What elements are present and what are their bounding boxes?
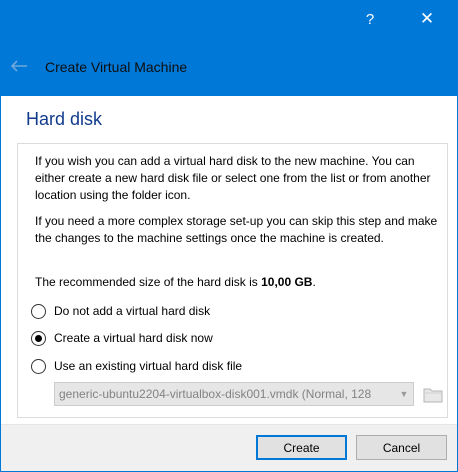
folder-icon [423, 388, 443, 403]
recommended-prefix: The recommended size of the hard disk is [35, 275, 262, 289]
radio-existing-disk[interactable] [31, 358, 46, 374]
radio-no-disk[interactable] [31, 303, 46, 319]
title-bar: ? ✕ [0, 0, 458, 38]
close-button[interactable]: ✕ [404, 0, 450, 38]
hard-disk-panel: If you wish you can add a virtual hard d… [17, 143, 448, 418]
wizard-title: Create Virtual Machine [45, 59, 188, 75]
option-existing-disk[interactable]: Use an existing virtual hard disk file [31, 356, 242, 376]
choose-disk-file-button[interactable] [422, 382, 444, 406]
recommended-suffix: . [312, 275, 316, 289]
intro-paragraph: If you wish you can add a virtual hard d… [35, 154, 431, 202]
storage-paragraph: If you need a more complex storage set-u… [35, 214, 438, 245]
create-button[interactable]: Create [256, 435, 347, 460]
recommended-size-value: 10,00 GB [261, 275, 313, 289]
wizard-content: Hard disk If you wish you can add a virt… [1, 96, 457, 425]
existing-disk-select[interactable]: generic-ubuntu2204-virtualbox-disk001.vm… [54, 382, 414, 406]
option-create-disk[interactable]: Create a virtual hard disk now [31, 328, 213, 348]
back-button[interactable] [6, 54, 32, 78]
page-title: Hard disk [26, 109, 103, 129]
wizard-header: Create Virtual Machine [0, 38, 458, 96]
option-no-disk-label: Do not add a virtual hard disk [54, 304, 211, 318]
option-no-disk[interactable]: Do not add a virtual hard disk [31, 301, 210, 321]
cancel-button[interactable]: Cancel [356, 435, 447, 460]
option-existing-disk-label: Use an existing virtual hard disk file [54, 359, 243, 373]
chevron-down-icon: ▼ [399, 389, 409, 399]
existing-disk-value: generic-ubuntu2204-virtualbox-disk001.vm… [59, 387, 372, 401]
help-button[interactable]: ? [350, 0, 390, 38]
arrow-left-icon [10, 60, 27, 72]
radio-create-disk[interactable] [31, 330, 46, 346]
option-create-disk-label: Create a virtual hard disk now [54, 331, 213, 345]
recommended-size-text: The recommended size of the hard disk is… [35, 274, 445, 291]
wizard-footer: Create Cancel [1, 425, 457, 471]
